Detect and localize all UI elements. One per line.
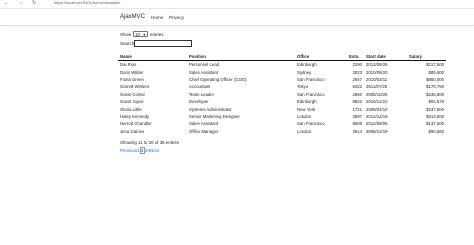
show-label: Show	[120, 32, 132, 37]
table-row: Doris Wilder Sales Assistant Sydney 3023…	[118, 68, 446, 75]
cell-extn: 3023	[352, 69, 362, 75]
cell-salary: $170,750	[426, 84, 444, 90]
cell-extn: 8822	[352, 99, 362, 105]
back-arrow-icon[interactable]: ←	[4, 0, 9, 6]
cell-extn: 2290	[352, 62, 362, 68]
cell-office: Edinburgh	[297, 62, 317, 68]
cell-salary: $237,500	[426, 106, 444, 112]
cell-position: Systems Administrator	[189, 106, 232, 112]
column-header-name[interactable]: Name	[118, 53, 187, 61]
cell-start-date: 2012/09/26	[366, 62, 388, 68]
cell-office: San Francisco	[297, 76, 325, 82]
cell-name: Gloria Little	[120, 106, 142, 112]
column-header-extn[interactable]: Extn.	[347, 53, 364, 61]
cell-name: Garrett Winters	[120, 84, 150, 90]
nav-home-link[interactable]: Home	[151, 15, 163, 20]
column-header-position[interactable]: Position	[187, 53, 295, 61]
cell-position: Chief Operating Officer (COO)	[189, 76, 247, 82]
cell-salary: $217,500	[426, 62, 444, 68]
address-bar[interactable]: https://localhost:5001/home/datatable	[54, 0, 121, 5]
cell-salary: $313,500	[426, 113, 444, 119]
entries-select-value: 10	[135, 32, 140, 37]
pagination: Previous1 2 34Next	[120, 147, 159, 154]
cell-position: Office Manager	[189, 128, 219, 134]
cell-office: San Francisco	[297, 91, 325, 97]
cell-start-date: 2009/04/10	[366, 106, 388, 112]
cell-start-date: 2010/03/11	[366, 76, 388, 82]
cell-start-date: 2010/12/22	[366, 99, 388, 105]
search-input[interactable]	[134, 40, 192, 47]
table-row: Jena Gaines Office Manager London 3814 2…	[118, 128, 446, 135]
cell-extn: 1721	[352, 106, 362, 112]
cell-extn: 2860	[352, 91, 362, 97]
cell-position: Sales Assistant	[189, 69, 219, 75]
cell-salary: $235,500	[426, 91, 444, 97]
cell-position: Sales Assistant	[189, 121, 219, 127]
pagination-next[interactable]: Next	[150, 148, 159, 153]
cell-start-date: 2008/12/19	[366, 128, 388, 134]
cell-start-date: 2008/10/26	[366, 91, 388, 97]
column-header-office[interactable]: Office	[295, 53, 347, 61]
cell-position: Senior Marketing Designer	[189, 113, 240, 119]
table-row: Herrod Chandler Sales Assistant San Fran…	[118, 120, 446, 127]
cell-start-date: 2010/09/20	[366, 69, 388, 75]
cell-office: London	[297, 128, 312, 134]
cell-start-date: 2011/07/25	[366, 84, 388, 90]
cell-name: Gavin Joyce	[120, 99, 144, 105]
cell-name: Herrod Chandler	[120, 121, 152, 127]
chevron-down-icon: ▼	[142, 33, 146, 37]
cell-office: San Francisco	[297, 121, 325, 127]
cell-position: Accountant	[189, 84, 211, 90]
data-table: Name Position Office Extn. Start date Sa…	[118, 53, 446, 135]
cell-position: Team Leader	[189, 91, 215, 97]
cell-extn: 8422	[352, 84, 362, 90]
table-header-row: Name Position Office Extn. Start date Sa…	[118, 53, 446, 61]
cell-name: Fiona Green	[120, 76, 144, 82]
table-row: Gloria Little Systems Administrator New …	[118, 105, 446, 112]
cell-salary: $137,500	[426, 121, 444, 127]
forward-arrow-icon[interactable]: →	[18, 0, 23, 6]
table-row: Fiona Green Chief Operating Officer (COO…	[118, 76, 446, 83]
cell-extn: 3814	[352, 128, 362, 134]
cell-start-date: 2012/12/18	[366, 113, 388, 119]
table-info: Showing 11 to 20 of 36 entries	[120, 140, 179, 145]
cell-name: Haley Kennedy	[120, 113, 150, 119]
table-row: Garrett Winters Accountant Tokyo 8422 20…	[118, 83, 446, 90]
cell-name: Gavin Cortez	[120, 91, 146, 97]
table-row: Haley Kennedy Senior Marketing Designer …	[118, 113, 446, 120]
cell-name: Jena Gaines	[120, 128, 145, 134]
cell-start-date: 2012/08/06	[366, 121, 388, 127]
cell-office: Edinburgh	[297, 99, 317, 105]
table-row: Dai Rios Personnel Lead Edinburgh 2290 2…	[118, 61, 446, 69]
cell-office: Sydney	[297, 69, 312, 75]
reload-icon[interactable]: ↻	[32, 0, 36, 6]
pagination-previous[interactable]: Previous	[120, 148, 137, 153]
cell-extn: 3597	[352, 113, 362, 119]
cell-extn: 2947	[352, 76, 362, 82]
cell-name: Doris Wilder	[120, 69, 144, 75]
cell-salary: $850,000	[426, 76, 444, 82]
cell-salary: $90,560	[428, 128, 444, 134]
cell-name: Dai Rios	[120, 62, 137, 68]
top-navbar	[0, 8, 474, 26]
nav-privacy-link[interactable]: Privacy	[169, 15, 184, 20]
entries-select[interactable]: 10 ▼	[133, 31, 148, 37]
entries-label: entries	[150, 32, 164, 37]
cell-extn: 9608	[352, 121, 362, 127]
column-header-start-date[interactable]: Start date	[364, 53, 407, 61]
cell-position: Developer	[189, 99, 209, 105]
brand-link[interactable]: AjaxMVC	[120, 14, 145, 20]
cell-salary: $85,600	[428, 69, 444, 75]
cell-office: Tokyo	[297, 84, 309, 90]
table-row: Gavin Cortez Team Leader San Francisco 2…	[118, 91, 446, 98]
cell-salary: $92,575	[428, 99, 444, 105]
cell-office: London	[297, 113, 312, 119]
cell-office: New York	[297, 106, 316, 112]
column-header-salary[interactable]: Salary	[407, 53, 446, 61]
table-row: Gavin Joyce Developer Edinburgh 8822 201…	[118, 98, 446, 105]
cell-position: Personnel Lead	[189, 62, 220, 68]
